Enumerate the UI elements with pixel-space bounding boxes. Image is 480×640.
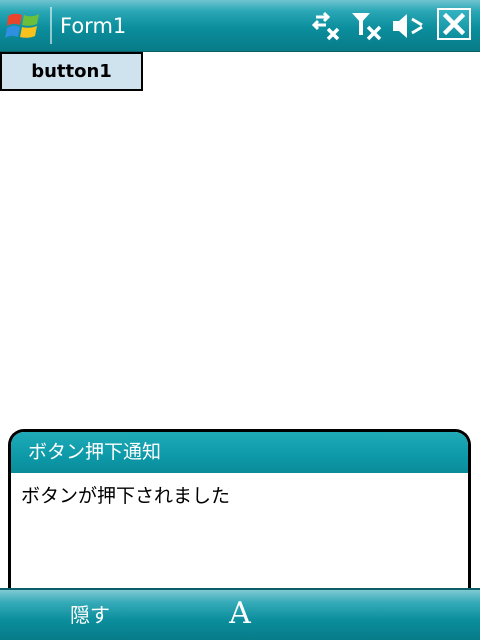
title-bar: Form1 — [0, 0, 480, 52]
connectivity-icon[interactable] — [308, 11, 342, 41]
input-panel-icon[interactable]: A — [222, 594, 258, 634]
notification-bubble: ボタン押下通知 ボタンが押下されました — [8, 429, 471, 604]
windows-start-icon[interactable] — [4, 6, 44, 46]
signal-off-icon[interactable] — [350, 11, 384, 41]
notification-message: ボタンが押下されました — [21, 485, 231, 507]
softkey-right[interactable] — [300, 590, 480, 640]
volume-off-icon[interactable] — [391, 11, 425, 41]
notification-title: ボタン押下通知 — [11, 432, 468, 473]
close-button[interactable] — [437, 8, 471, 40]
title-separator — [50, 7, 52, 44]
close-icon — [443, 13, 465, 35]
button1[interactable]: button1 — [0, 52, 143, 91]
softkey-left-hide[interactable]: 隠す — [0, 590, 180, 640]
window-title: Form1 — [60, 14, 127, 38]
softkey-bar: 隠す A — [0, 588, 480, 640]
